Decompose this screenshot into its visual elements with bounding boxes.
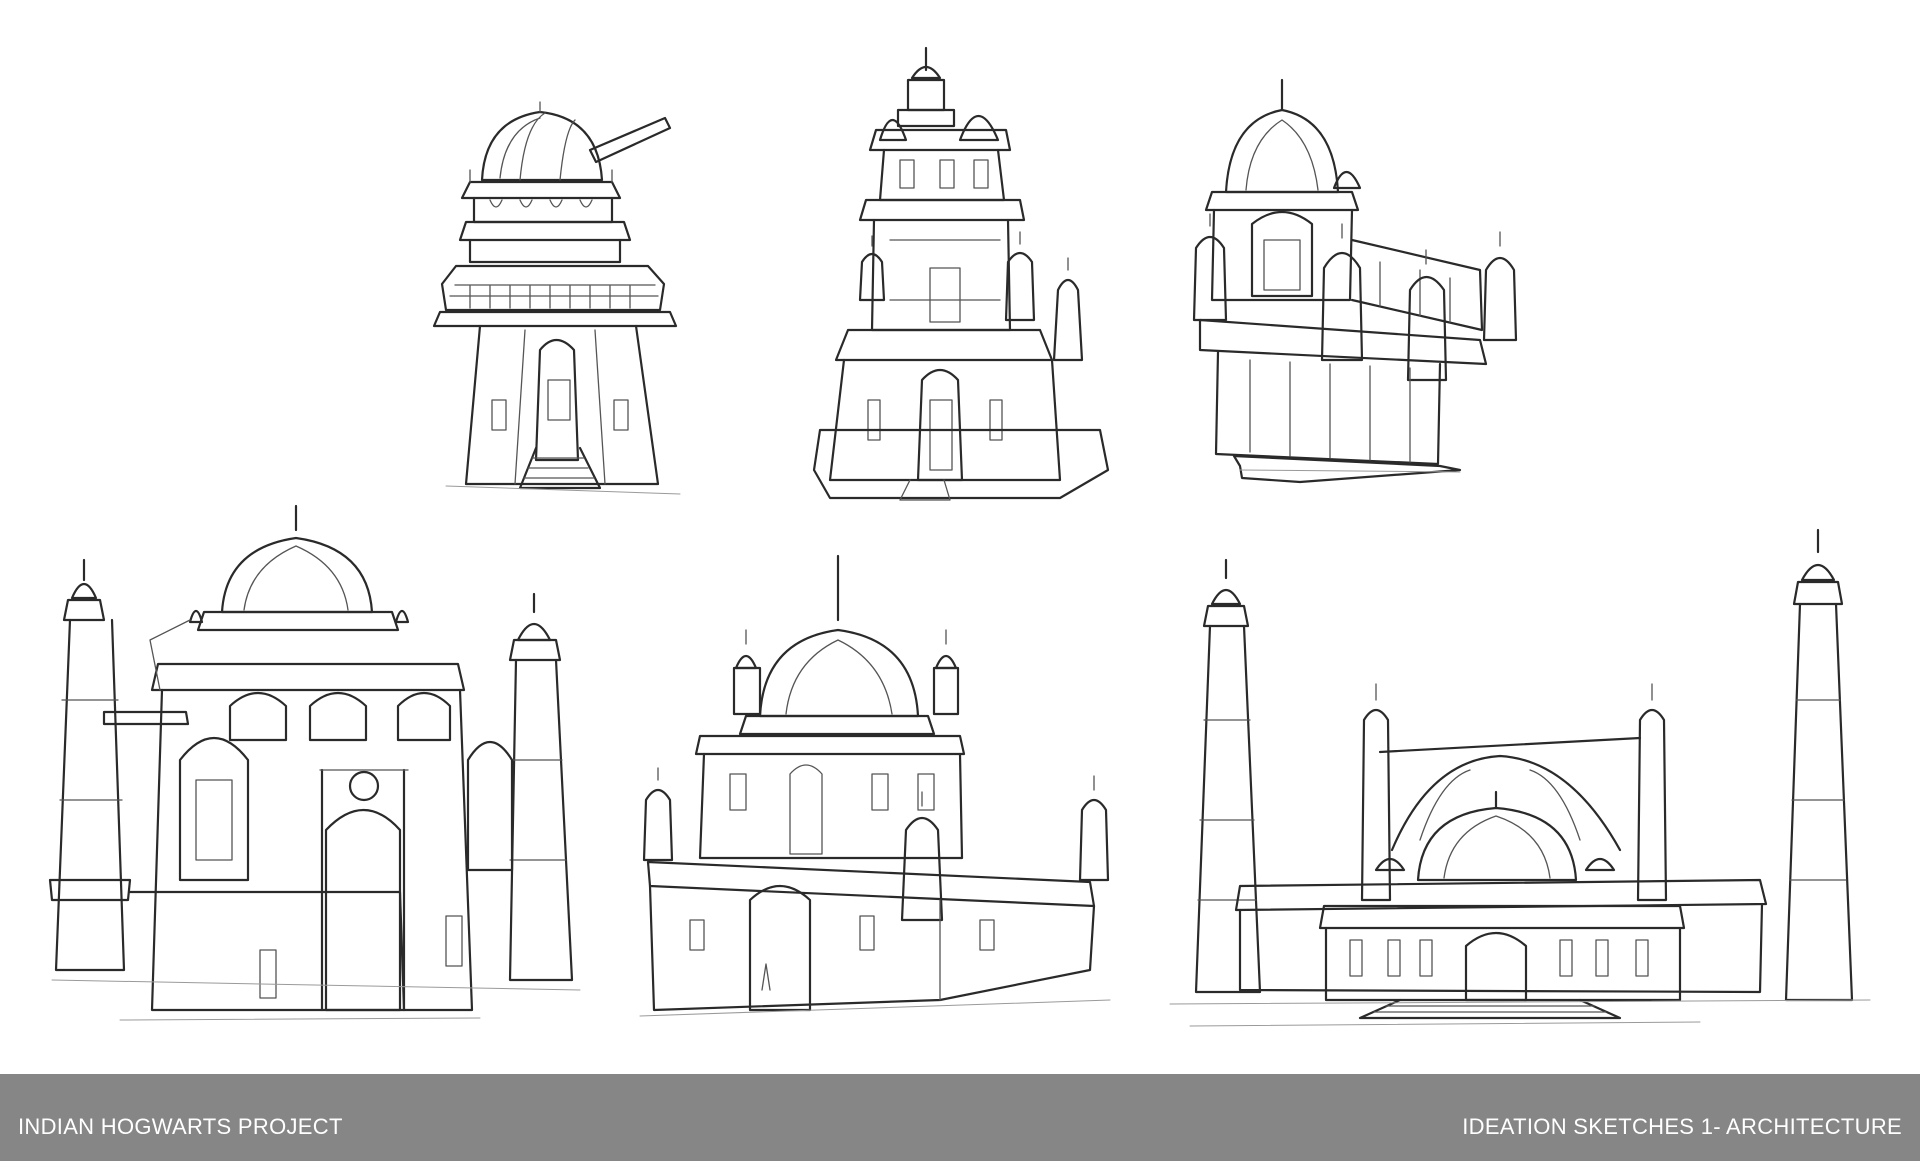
sketch-grand-gate-palace	[48, 504, 581, 1021]
sketch-domed-mosque-courtyard	[639, 554, 1111, 1017]
project-title: INDIAN HOGWARTS PROJECT	[18, 1114, 343, 1139]
sketch-floating-domed-palace	[1192, 78, 1518, 484]
sketch-great-mosque-with-minarets	[1169, 528, 1871, 1027]
sketch-canvas	[0, 0, 1920, 1074]
footer-bar: INDIAN HOGWARTS PROJECT IDEATION SKETCHE…	[0, 1074, 1920, 1161]
sketch-tiered-temple-tower	[812, 46, 1110, 501]
sketch-observatory-tower	[432, 101, 681, 495]
sheet-title: IDEATION SKETCHES 1- ARCHITECTURE	[1462, 1114, 1902, 1139]
